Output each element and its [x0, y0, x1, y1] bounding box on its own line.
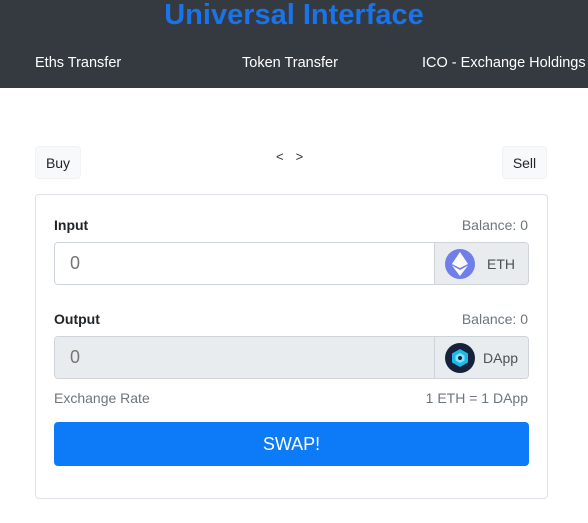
input-token-name: ETH [487, 255, 515, 272]
prev-arrow[interactable]: < [276, 148, 284, 166]
nav-ico-exchange-holdings[interactable]: ICO - Exchange Holdings [422, 54, 586, 72]
output-token-addon: DApp [434, 337, 528, 378]
output-label: Output [54, 311, 100, 327]
exchange-rate-label: Exchange Rate [54, 390, 150, 406]
input-group: ETH [54, 242, 529, 285]
app-title: Universal Interface [164, 0, 424, 31]
ethereum-icon [445, 248, 475, 279]
input-label: Input [54, 217, 89, 233]
exchange-rate-value: 1 ETH = 1 DApp [425, 390, 528, 406]
input-amount-field[interactable] [55, 243, 434, 284]
nav-token-transfer[interactable]: Token Transfer [242, 54, 338, 72]
dapp-token-icon [445, 342, 475, 373]
output-token-name: DApp [483, 349, 519, 366]
input-balance: Balance: 0 [461, 217, 528, 233]
output-balance: Balance: 0 [461, 311, 528, 327]
top-navbar: Universal Interface Eths Transfer Token … [0, 0, 588, 88]
mode-arrows: < > [276, 148, 303, 166]
input-token-addon: ETH [434, 243, 528, 284]
swap-button[interactable]: SWAP! [54, 422, 529, 466]
next-arrow[interactable]: > [296, 148, 304, 166]
output-group: DApp [54, 336, 529, 379]
buy-button[interactable]: Buy [35, 146, 81, 179]
sell-button[interactable]: Sell [502, 146, 547, 179]
nav-eths-transfer[interactable]: Eths Transfer [35, 54, 121, 72]
output-amount-field [55, 337, 434, 378]
